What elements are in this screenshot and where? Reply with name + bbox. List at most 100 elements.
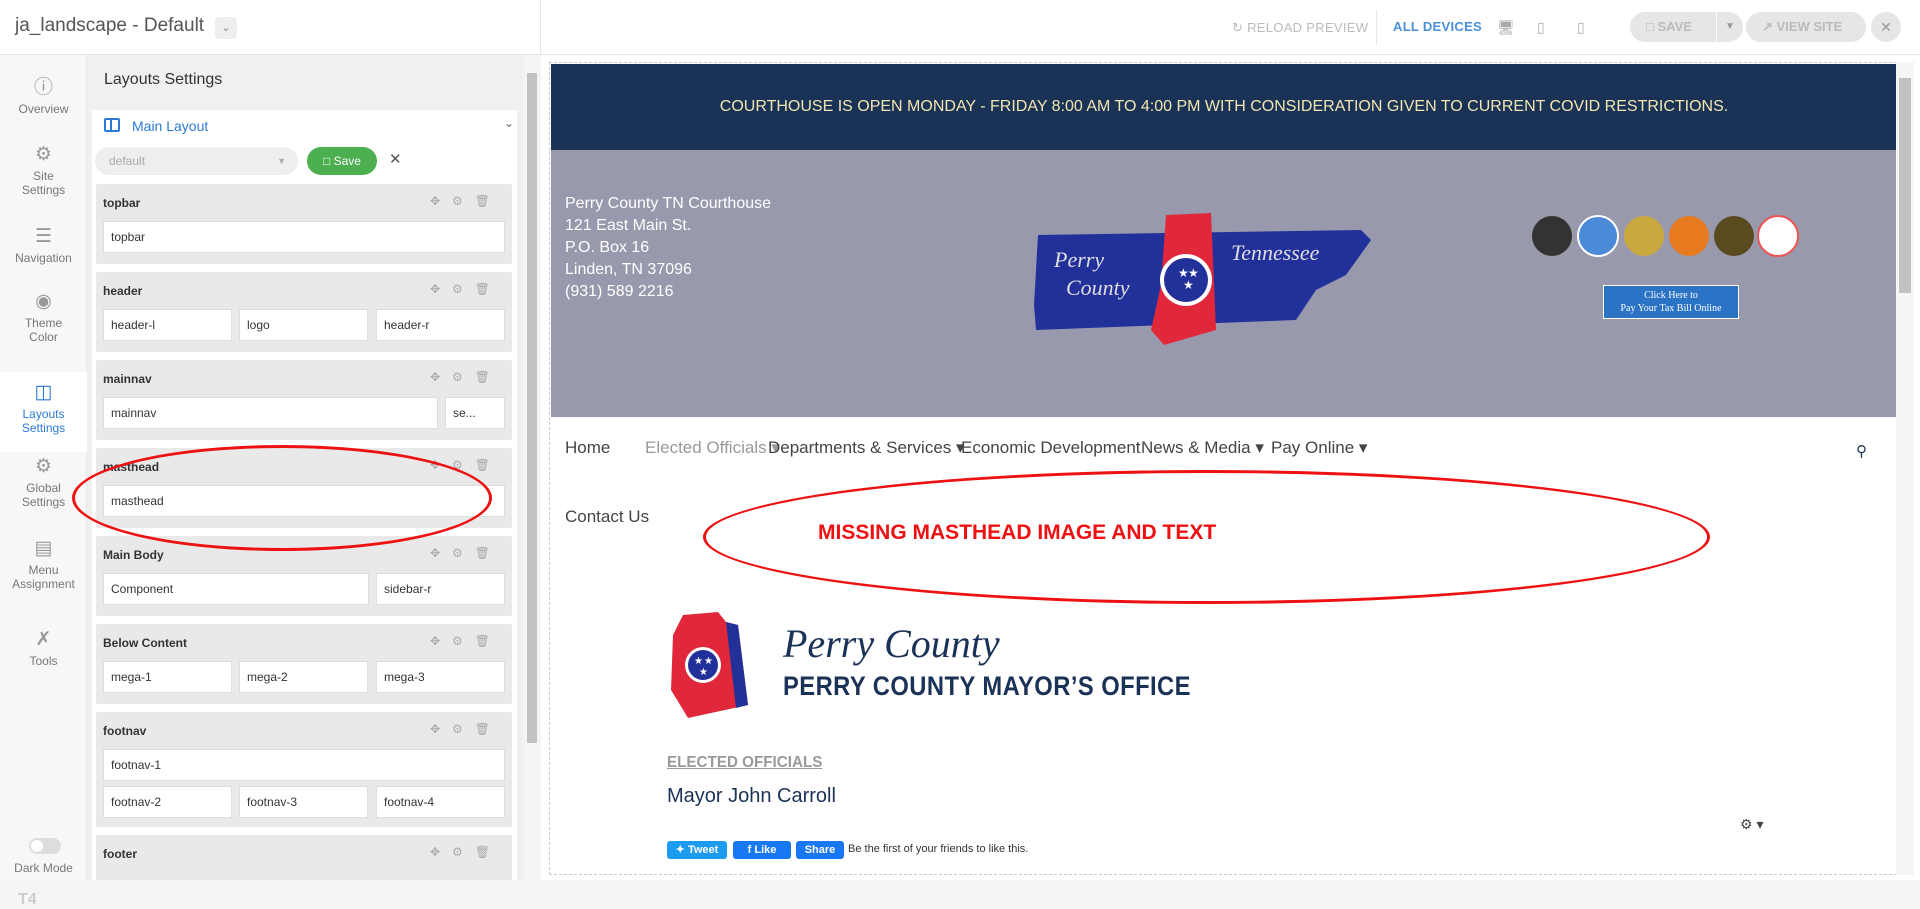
layout-cell[interactable]: footnav-4	[376, 786, 505, 818]
gear-icon[interactable]: ⚙	[452, 194, 475, 208]
gear-icon[interactable]: ⚙	[452, 282, 475, 296]
chevron-down-icon[interactable]: ⌄	[215, 17, 237, 39]
layout-cell[interactable]: topbar	[103, 221, 505, 253]
logo-text: County	[1066, 275, 1130, 300]
top-toolbar: ja_landscape - Default ⌄ ↻ RELOAD PREVIE…	[0, 0, 1920, 55]
trash-icon[interactable]: 🗑	[475, 722, 502, 736]
move-icon[interactable]: ✥	[430, 282, 452, 296]
category-link[interactable]: ELECTED OFFICIALS	[667, 754, 822, 772]
view-site-label: VIEW SITE	[1776, 19, 1843, 34]
sidebar-item-tools[interactable]: ✗ Tools	[0, 630, 87, 668]
layout-cell[interactable]: se...	[445, 397, 505, 429]
reload-preview-button[interactable]: ↻ RELOAD PREVIEW	[1232, 20, 1368, 36]
sidebar-item-label: Menu Assignment	[12, 563, 75, 591]
trash-icon[interactable]: 🗑	[475, 370, 502, 384]
share-button[interactable]: Share	[796, 841, 844, 859]
layout-save-button[interactable]: □ Save	[307, 147, 377, 175]
section-name: header	[103, 284, 143, 298]
tweet-button[interactable]: ✦ Tweet	[667, 841, 727, 859]
mobile-icon[interactable]: ▯	[1577, 19, 1585, 36]
nav-economic-development[interactable]: Economic Development	[961, 438, 1141, 458]
nav-pay-online[interactable]: Pay Online ▾	[1271, 438, 1367, 458]
layout-cell[interactable]: mainnav	[103, 397, 438, 429]
layout-cell[interactable]: footnav-1	[103, 749, 505, 781]
layout-cell[interactable]: header-l	[103, 309, 232, 341]
chevron-down-icon[interactable]: ⌄	[504, 116, 514, 130]
like-button[interactable]: f Like	[733, 841, 791, 859]
tennessee-logo[interactable]: ★ ★ ★ Perry County Tennessee	[1016, 205, 1416, 355]
close-icon[interactable]: ✕	[1871, 12, 1901, 42]
section-tools: ✥⚙🗑	[430, 546, 502, 560]
pay-tax-button[interactable]: Click Here to Pay Your Tax Bill Online	[1603, 285, 1739, 319]
trash-icon[interactable]: 🗑	[475, 546, 502, 560]
sidebar-item-layouts-settings[interactable]: ◫ Layouts Settings	[0, 372, 87, 452]
all-devices-button[interactable]: ALL DEVICES	[1393, 19, 1482, 34]
trash-icon[interactable]: 🗑	[475, 458, 502, 472]
logo-text: Tennessee	[1231, 240, 1320, 265]
layout-cell[interactable]: footnav-3	[239, 786, 368, 818]
section-name: Below Content	[103, 636, 187, 650]
section-footnav: footnav ✥⚙🗑 footnav-1 footnav-2 footnav-…	[96, 712, 512, 827]
move-icon[interactable]: ✥	[430, 634, 452, 648]
layout-cell[interactable]: Component	[103, 573, 369, 605]
layout-cell[interactable]: footnav-2	[103, 786, 232, 818]
dark-mode-toggle[interactable]	[29, 838, 61, 854]
layout-cell[interactable]: mega-3	[376, 661, 505, 693]
trash-icon[interactable]: 🗑	[475, 282, 502, 296]
move-icon[interactable]: ✥	[430, 546, 452, 560]
gear-icon[interactable]: ⚙	[452, 722, 475, 736]
close-icon[interactable]: ✕	[389, 150, 402, 168]
svg-text:★: ★	[694, 656, 703, 667]
sidebar-item-label: Tools	[29, 654, 58, 668]
layout-cell[interactable]: sidebar-r	[376, 573, 505, 605]
sidebar-item-site-settings[interactable]: ⚙ Site Settings	[0, 145, 87, 197]
gear-icon[interactable]: ⚙	[452, 845, 475, 859]
move-icon[interactable]: ✥	[430, 845, 452, 859]
layout-cell[interactable]: mega-2	[239, 661, 368, 693]
sidebar-item-menu-assignment[interactable]: ▤ Menu Assignment	[0, 539, 87, 591]
sidebar-item-overview[interactable]: ⓘ Overview	[0, 78, 87, 116]
tablet-icon[interactable]: ▯	[1537, 19, 1545, 36]
move-icon[interactable]: ✥	[430, 194, 452, 208]
gear-icon[interactable]: ⚙	[452, 370, 475, 384]
pl-badge-icon	[1757, 215, 1799, 257]
save-button[interactable]: □ SAVE	[1630, 12, 1716, 42]
save-options-dropdown[interactable]: ▼	[1717, 12, 1743, 42]
gear-icon[interactable]: ⚙	[452, 546, 475, 560]
gear-icon[interactable]: ⚙	[452, 634, 475, 648]
dark-mode-label: Dark Mode	[14, 861, 73, 875]
palette-icon: ◉	[35, 291, 52, 312]
address-line: 121 East Main St.	[565, 217, 692, 234]
search-icon[interactable]: ⚲	[1856, 442, 1867, 460]
sidebar-item-label: Navigation	[15, 251, 72, 265]
layout-cell[interactable]: mega-1	[103, 661, 232, 693]
main-layout-toggle[interactable]: Main Layout	[132, 118, 208, 134]
desktop-icon[interactable]: 🖥	[1497, 19, 1515, 36]
announcement-bar: COURTHOUSE IS OPEN MONDAY - FRIDAY 8:00 …	[551, 64, 1896, 150]
tax-button-line: Click Here to	[1644, 290, 1698, 301]
move-icon[interactable]: ✥	[430, 370, 452, 384]
nav-contact-us[interactable]: Contact Us	[565, 507, 649, 527]
section-footer: footer ✥⚙🗑	[96, 835, 512, 880]
nav-departments-services[interactable]: Departments & Services ▾	[768, 438, 965, 458]
sheriff-badge-icon	[1624, 216, 1664, 256]
layout-cell[interactable]: logo	[239, 309, 368, 341]
preview-scrollbar-thumb[interactable]	[1899, 78, 1911, 293]
sidebar-item-theme-color[interactable]: ◉ Theme Color	[0, 291, 87, 344]
nav-home[interactable]: Home	[565, 438, 610, 458]
trash-icon[interactable]: 🗑	[475, 845, 502, 859]
sidebar-item-navigation[interactable]: ☰ Navigation	[0, 227, 87, 265]
layout-cell[interactable]: header-r	[376, 309, 505, 341]
layout-preset-select[interactable]: default ▼	[95, 147, 298, 175]
trash-icon[interactable]: 🗑	[475, 194, 502, 208]
logo-text: Perry	[1053, 247, 1104, 272]
nav-news-media[interactable]: News & Media ▾	[1141, 438, 1264, 458]
move-icon[interactable]: ✥	[430, 722, 452, 736]
nav-elected-officials[interactable]: Elected Officials ▾	[645, 438, 780, 458]
justice-badge-icon	[1532, 216, 1572, 256]
panel-scrollbar-thumb[interactable]	[527, 73, 537, 743]
columns-icon	[104, 118, 120, 132]
gear-icon[interactable]: ⚙ ▾	[1740, 816, 1763, 833]
trash-icon[interactable]: 🗑	[475, 634, 502, 648]
view-site-button[interactable]: ↗ VIEW SITE	[1746, 12, 1866, 42]
